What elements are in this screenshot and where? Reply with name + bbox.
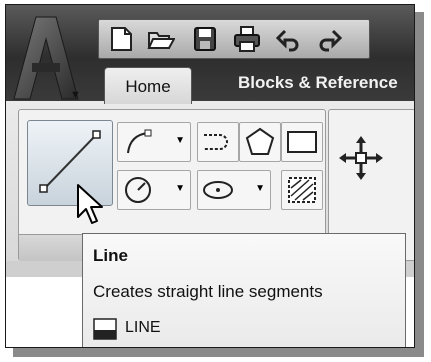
polyline-icon [127,129,152,154]
polygon-icon [245,127,275,155]
screenshot-shadow-bottom [13,347,424,357]
screenshot-shadow-right [414,12,424,354]
chevron-down-icon: ▼ [70,89,81,101]
application-menu-button[interactable]: ▼ [10,13,82,101]
chevron-down-icon[interactable]: ▼ [255,183,265,194]
circle-button[interactable]: ▼ [117,170,191,210]
tooltip-description: Creates straight line segments [93,282,323,301]
open-icon[interactable] [147,25,176,53]
tooltip-title: Line [93,246,128,265]
autocad-window: ▼ Home Blocks & Reference ▼ ▼ ▼ Line Cre… [5,4,415,348]
chevron-down-icon[interactable]: ▼ [175,183,185,194]
redo-icon[interactable] [315,25,343,53]
chevron-down-icon[interactable]: ▼ [175,135,185,146]
quick-access-toolbar [98,19,370,59]
print-icon[interactable] [233,25,261,53]
arc-button[interactable] [197,122,239,162]
rectangle-icon [287,131,317,153]
ellipse-icon [203,181,233,199]
hatch-icon [288,177,316,203]
autocad-logo-icon [13,16,79,100]
ellipse-button[interactable]: ▼ [197,170,271,210]
move-icon [339,136,383,180]
tab-home[interactable]: Home [104,67,192,104]
arc-icon [204,134,228,150]
rectangle-button[interactable] [281,122,323,162]
circle-icon [125,177,151,203]
polygon-button[interactable] [239,122,281,162]
hatch-button[interactable] [281,170,323,210]
line-tooltip: Line Creates straight line segments LINE [82,233,406,347]
command-icon [93,318,117,340]
polyline-button[interactable]: ▼ [117,122,191,162]
tooltip-command-name: LINE [125,319,161,336]
mouse-cursor-icon [76,183,106,227]
new-icon[interactable] [107,25,135,53]
save-icon[interactable] [191,25,219,53]
move-button[interactable] [337,134,385,182]
undo-icon[interactable] [275,25,303,53]
tab-blocks-and-references[interactable]: Blocks & Reference [238,73,398,93]
